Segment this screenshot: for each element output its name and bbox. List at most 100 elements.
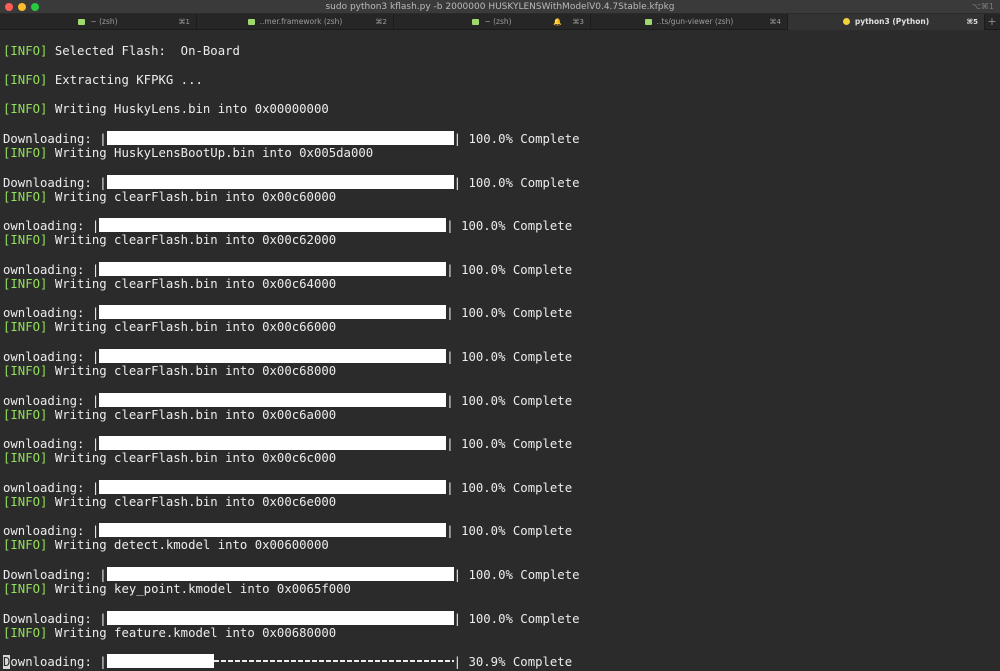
log-text: Writing detect.kmodel into 0x00600000 <box>54 538 329 552</box>
info-tag: [INFO] <box>3 102 48 116</box>
log-text: Writing key_point.kmodel into 0x0065f000 <box>54 582 351 596</box>
log-text: Writing HuskyLensBootUp.bin into 0x005da… <box>54 146 374 160</box>
progress-bar-fill <box>99 436 447 450</box>
tab-5[interactable]: python3 (Python) ⌘5 <box>788 14 985 30</box>
progress-pipe-right: | <box>453 612 462 626</box>
progress-bar-fill <box>106 175 454 189</box>
progress-bar-remaining <box>213 660 454 662</box>
progress-pipe-left: | <box>99 612 107 626</box>
progress-bar-fill <box>106 131 454 145</box>
tab-4[interactable]: ..ts/gun-viewer (zsh) ⌘4 <box>591 14 788 30</box>
tab-shortcut: ⌘2 <box>375 18 387 26</box>
log-text: Writing clearFlash.bin into 0x00c66000 <box>54 320 337 334</box>
progress-pipe-right: | <box>446 524 454 538</box>
download-label: Downloading: <box>3 568 100 582</box>
new-tab-button[interactable]: + <box>985 14 999 30</box>
log-line: [INFO] Writing clearFlash.bin into 0x00c… <box>3 451 336 466</box>
download-progress-line: ownloading: | | 100.0% Complete <box>3 262 572 277</box>
progress-status: 100.0% Complete <box>461 263 573 277</box>
log-text: Extracting KFPKG ... <box>54 73 203 87</box>
info-tag: [INFO] <box>3 408 48 422</box>
download-progress-line: Downloading: | | 30.9% Complete <box>3 654 572 669</box>
bell-icon: 🔔 <box>553 18 562 26</box>
window-shortcut: ⌥⌘1 <box>971 2 994 11</box>
log-line: [INFO] Selected Flash: On-Board <box>3 44 240 59</box>
log-line: [INFO] Writing clearFlash.bin into 0x00c… <box>3 190 336 205</box>
info-tag: [INFO] <box>3 190 48 204</box>
progress-status: 100.0% Complete <box>461 481 573 495</box>
progress-bar <box>99 523 447 537</box>
download-progress-line: Downloading: | | 100.0% Complete <box>3 175 580 190</box>
progress-bar-fill <box>99 480 447 494</box>
download-progress-line: ownloading: | | 100.0% Complete <box>3 218 572 233</box>
download-label: ownloading: <box>3 481 92 495</box>
progress-pipe-left: | <box>91 524 100 538</box>
progress-bar-fill <box>106 654 214 668</box>
progress-bar <box>106 175 454 189</box>
tab-2[interactable]: ..mer.framework (zsh) ⌘2 <box>197 14 394 30</box>
tab-3[interactable]: ~ (zsh) 🔔 ⌘3 <box>394 14 591 30</box>
window-title: sudo python3 kflash.py -b 2000000 HUSKYL… <box>325 2 675 12</box>
progress-bar-fill <box>99 305 447 319</box>
info-tag: [INFO] <box>3 277 48 291</box>
info-tag: [INFO] <box>3 451 48 465</box>
progress-bar <box>99 393 447 407</box>
download-label: ownloading: <box>3 437 92 451</box>
progress-bar-fill <box>99 218 447 232</box>
log-text: Writing clearFlash.bin into 0x00c64000 <box>54 277 337 291</box>
log-text: Writing clearFlash.bin into 0x00c62000 <box>54 233 337 247</box>
info-tag: [INFO] <box>3 233 48 247</box>
log-line: [INFO] Writing clearFlash.bin into 0x00c… <box>3 277 336 292</box>
download-label: ownloading: <box>3 350 92 364</box>
terminal-icon <box>78 19 86 25</box>
log-line: [INFO] Writing clearFlash.bin into 0x00c… <box>3 408 336 423</box>
download-progress-line: ownloading: | | 100.0% Complete <box>3 436 572 451</box>
progress-pipe-left: | <box>91 219 100 233</box>
download-progress-line: Downloading: | | 100.0% Complete <box>3 611 580 626</box>
info-tag: [INFO] <box>3 626 48 640</box>
progress-status: 30.9% Complete <box>468 655 573 669</box>
progress-pipe-right: | <box>446 306 454 320</box>
progress-bar-fill <box>99 393 447 407</box>
python-icon <box>842 18 850 25</box>
download-progress-line: Downloading: | | 100.0% Complete <box>3 131 580 146</box>
tab-label: ..ts/gun-viewer (zsh) <box>656 17 734 26</box>
log-line: [INFO] Writing clearFlash.bin into 0x00c… <box>3 320 336 335</box>
info-tag: [INFO] <box>3 364 48 378</box>
terminal-icon <box>472 19 480 25</box>
info-tag: [INFO] <box>3 146 48 160</box>
tab-1[interactable]: ~ (zsh) ⌘1 <box>0 14 197 30</box>
progress-bar <box>106 567 454 581</box>
download-label: Downloading: <box>3 176 100 190</box>
progress-bar-fill <box>106 611 454 625</box>
download-label: ownloading: <box>3 524 92 538</box>
progress-pipe-right: | <box>446 437 454 451</box>
download-label: ownloading: <box>3 263 92 277</box>
progress-pipe-right: | <box>446 219 454 233</box>
log-line: [INFO] Writing HuskyLensBootUp.bin into … <box>3 146 373 161</box>
progress-bar <box>99 480 447 494</box>
progress-status: 100.0% Complete <box>468 612 580 626</box>
info-tag: [INFO] <box>3 538 48 552</box>
log-text: Writing clearFlash.bin into 0x00c6a000 <box>54 408 337 422</box>
progress-bar-fill <box>99 262 447 276</box>
progress-status: 100.0% Complete <box>461 524 573 538</box>
progress-status: 100.0% Complete <box>461 219 573 233</box>
progress-pipe-right: | <box>446 263 454 277</box>
info-tag: [INFO] <box>3 73 48 87</box>
download-label: ownloading: <box>3 394 92 408</box>
progress-pipe-left: | <box>99 132 107 146</box>
log-line: [INFO] Writing clearFlash.bin into 0x00c… <box>3 364 336 379</box>
tab-label: ..mer.framework (zsh) <box>259 17 343 26</box>
tab-shortcut: ⌘1 <box>178 18 190 26</box>
progress-bar <box>106 654 454 668</box>
terminal-icon <box>644 19 652 25</box>
log-line: [INFO] Writing clearFlash.bin into 0x00c… <box>3 233 336 248</box>
terminal-output[interactable]: [INFO] Selected Flash: On-Board [INFO] E… <box>0 30 1000 671</box>
progress-bar-fill <box>99 349 447 363</box>
info-tag: [INFO] <box>3 582 48 596</box>
tab-bar: ~ (zsh) ⌘1 ..mer.framework (zsh) ⌘2 ~ (z… <box>0 14 1000 30</box>
progress-bar <box>106 611 454 625</box>
progress-pipe-left: | <box>91 263 100 277</box>
progress-status: 100.0% Complete <box>461 437 573 451</box>
